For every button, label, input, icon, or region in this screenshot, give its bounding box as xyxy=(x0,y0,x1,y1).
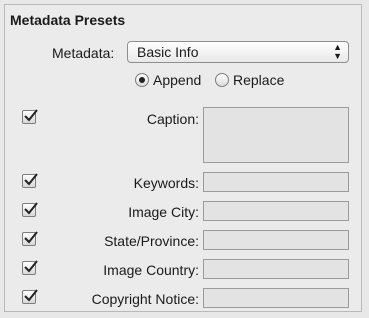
metadata-select[interactable]: Basic Info ▲ ▼ xyxy=(127,41,349,63)
replace-label[interactable]: Replace xyxy=(233,72,284,88)
panel-title: Metadata Presets xyxy=(10,12,126,28)
metadata-selected-value: Basic Info xyxy=(137,44,199,60)
caption-label: Caption: xyxy=(146,111,199,127)
image-country-field[interactable] xyxy=(203,259,349,279)
state-province-label: State/Province: xyxy=(104,233,199,249)
checkmark-icon xyxy=(24,202,38,215)
copyright-notice-label: Copyright Notice: xyxy=(91,291,199,307)
keywords-label: Keywords: xyxy=(133,175,199,191)
checkmark-icon xyxy=(24,289,38,302)
image-city-label: Image City: xyxy=(128,204,199,220)
image-country-label: Image Country: xyxy=(103,262,199,278)
metadata-label: Metadata: xyxy=(52,45,115,61)
replace-radio[interactable] xyxy=(215,73,229,87)
image-country-checkbox[interactable] xyxy=(22,260,38,275)
checkmark-icon xyxy=(24,109,38,122)
caption-field[interactable] xyxy=(203,107,349,163)
keywords-field[interactable] xyxy=(203,172,349,192)
updown-arrows-icon: ▲ ▼ xyxy=(333,42,342,61)
append-label[interactable]: Append xyxy=(153,72,201,88)
keywords-checkbox[interactable] xyxy=(22,173,38,188)
image-city-field[interactable] xyxy=(203,201,349,221)
caption-checkbox[interactable] xyxy=(22,109,38,124)
checkmark-icon xyxy=(24,173,38,186)
checkmark-icon xyxy=(24,260,38,273)
checkmark-icon xyxy=(24,231,38,244)
image-city-checkbox[interactable] xyxy=(22,202,38,217)
copyright-notice-field[interactable] xyxy=(203,288,349,308)
state-province-field[interactable] xyxy=(203,230,349,250)
state-province-checkbox[interactable] xyxy=(22,231,38,246)
append-radio[interactable] xyxy=(135,73,149,87)
copyright-notice-checkbox[interactable] xyxy=(22,289,38,304)
